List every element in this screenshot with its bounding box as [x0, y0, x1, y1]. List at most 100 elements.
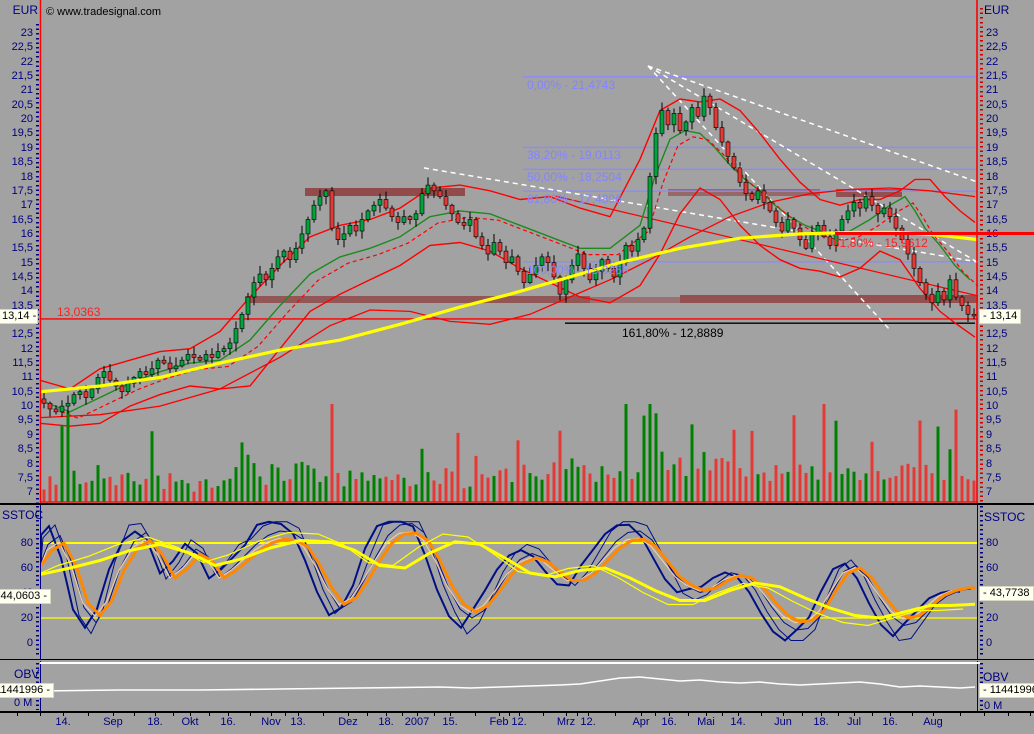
candle-body — [731, 156, 737, 169]
candle-body — [215, 351, 221, 358]
obv-label-right: OBV — [983, 670, 1009, 684]
price-tick-label: 7,5 — [986, 471, 1002, 484]
volume-bar — [174, 481, 178, 502]
volume-bar — [558, 430, 562, 502]
price-tick-label: 21 — [986, 84, 999, 97]
sstoc-tick-label: 0 — [26, 637, 33, 649]
volume-bar — [42, 489, 46, 502]
volume-bar — [606, 474, 610, 502]
candle-body — [713, 107, 719, 129]
price-tick-label: 16 — [20, 227, 33, 240]
candle-body — [749, 193, 755, 200]
price-tick-label: 9 — [26, 428, 33, 441]
candle-body — [773, 210, 779, 223]
candle-body — [479, 236, 485, 246]
date-label: Mrz — [556, 716, 576, 728]
candle-body — [47, 402, 53, 410]
candle-body — [197, 357, 203, 361]
price-axis-unit-right: EUR — [984, 3, 1010, 17]
price-tick-label: 20 — [20, 113, 33, 126]
sstoc-current-value-right: 43,7738 — [979, 586, 1034, 601]
volume-bar — [270, 464, 274, 502]
volume-bar — [774, 465, 778, 502]
price-tick-label: 11,5 — [12, 357, 33, 370]
price-tick-label: 8,5 — [17, 443, 33, 456]
price-tick-label: 11 — [21, 371, 33, 384]
candle-body — [107, 371, 113, 381]
candle-body — [857, 202, 863, 209]
obv-current-value-left: 11441996 — [0, 683, 54, 698]
volume-bar — [222, 480, 226, 502]
candle-body — [377, 199, 383, 206]
main-price-chart[interactable] — [39, 0, 979, 503]
left-sstoc-ticks — [36, 506, 39, 658]
candle-body — [887, 207, 893, 217]
date-label: 14. — [730, 716, 746, 728]
candle-body — [335, 227, 341, 240]
volume-bar — [186, 483, 190, 502]
candle-body — [629, 245, 635, 252]
volume-bar — [564, 469, 568, 502]
price-tick-label: 11,5 — [986, 357, 1007, 370]
candle-body — [221, 348, 227, 352]
obv-panel[interactable] — [39, 661, 978, 711]
candle-body — [473, 219, 479, 238]
fib-label-0: 0,00% - 21,4743 — [527, 77, 616, 92]
price-tick-label: 15,5 — [11, 242, 33, 255]
volume-bar — [888, 477, 892, 502]
candle-body — [701, 95, 707, 117]
candle-body — [101, 371, 107, 378]
price-tick-label: 12 — [986, 342, 999, 355]
volume-bar — [510, 481, 514, 502]
candle-body — [965, 305, 971, 315]
volume-bar — [876, 471, 880, 502]
candle-body — [269, 268, 275, 281]
volume-bar — [786, 471, 790, 502]
date-label: 13. — [290, 716, 306, 728]
price-tick-label: 8 — [26, 457, 33, 470]
candle-body — [653, 133, 659, 177]
price-tick-label: 20 — [986, 113, 999, 126]
volume-bar — [204, 479, 208, 502]
candle-body — [281, 250, 287, 258]
volume-bar — [534, 476, 538, 502]
date-label: 12. — [580, 716, 596, 728]
obv-current-value-right: 11441996 — [979, 683, 1034, 698]
volume-bar — [768, 480, 772, 502]
price-tick-label: 17 — [20, 199, 33, 212]
volume-bar — [762, 472, 766, 502]
candle-body — [659, 110, 665, 134]
price-tick-label: 23 — [20, 27, 33, 39]
candle-body — [275, 256, 281, 269]
volume-bar — [402, 477, 406, 502]
volume-bar — [60, 425, 64, 502]
volume-bar — [942, 479, 946, 502]
volume-bar — [936, 426, 940, 502]
sstoc-panel[interactable] — [39, 505, 978, 659]
candle-body — [209, 354, 215, 358]
candle-body — [809, 233, 815, 249]
price-tick-label: 11 — [986, 371, 998, 384]
candle-body — [455, 213, 461, 223]
candle-body — [155, 359, 161, 370]
volume-bar — [372, 475, 376, 502]
candle-body — [521, 270, 527, 283]
volume-bar — [570, 458, 574, 502]
volume-bar — [630, 478, 634, 502]
price-tick-label: 19 — [20, 141, 33, 154]
candle-body — [683, 121, 689, 131]
sstoc-current-value-left: 44,0603 — [0, 589, 51, 604]
price-tick-label: 19,5 — [986, 127, 1008, 140]
volume-bar — [96, 465, 100, 502]
volume-bar — [810, 466, 814, 502]
volume-bar — [480, 474, 484, 502]
fib-label-382: 38,20% - 19,0113 — [527, 148, 621, 163]
candle-body — [443, 196, 449, 206]
candle-body — [359, 219, 365, 232]
volume-bar — [732, 429, 736, 502]
date-label: Okt — [181, 716, 199, 728]
price-tick-label: 18 — [986, 170, 999, 183]
volume-bar — [438, 483, 442, 502]
price-tick-label: 15,5 — [986, 242, 1008, 255]
volume-bar — [78, 484, 82, 502]
